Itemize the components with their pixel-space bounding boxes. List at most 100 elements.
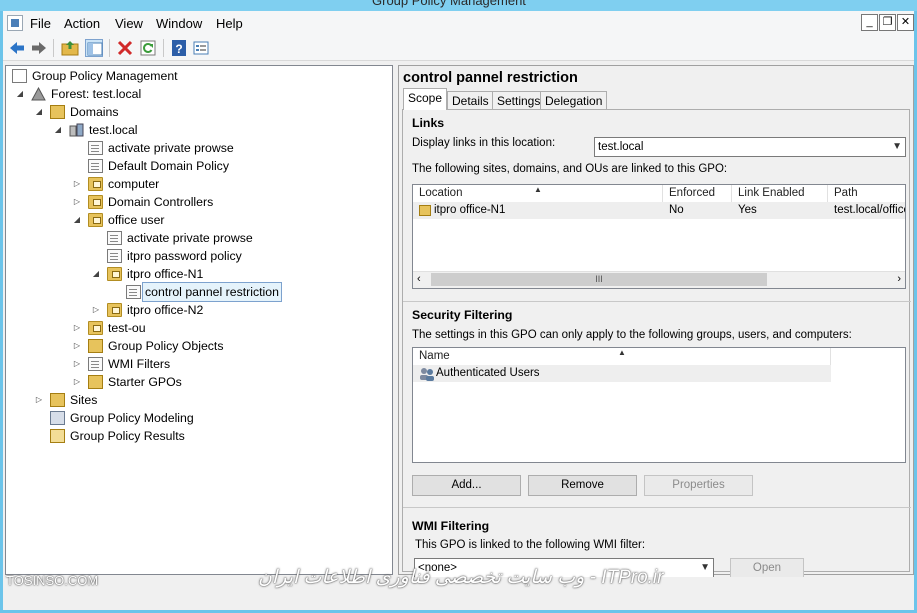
- mdi-minimize-button[interactable]: _: [861, 14, 878, 31]
- tree-node-label: Group Policy Results: [70, 429, 185, 443]
- column-header-enforced[interactable]: Enforced: [663, 185, 732, 202]
- expand-icon[interactable]: ▷: [72, 337, 82, 355]
- expand-icon[interactable]: ▷: [72, 175, 82, 193]
- link-enforced-cell: No: [669, 204, 684, 216]
- security-filtering-section: Security Filtering The settings in this …: [403, 303, 911, 508]
- expand-icon[interactable]: ▷: [72, 355, 82, 373]
- scroll-right-icon[interactable]: ›: [897, 273, 901, 285]
- tree-node-label: Forest: test.local: [51, 87, 142, 101]
- section-divider: [403, 507, 911, 508]
- watermark-right: ITPro.ir - وب سایت تخصصی فناوری اطلاعات …: [258, 567, 664, 588]
- toolbar-separator: [53, 39, 54, 57]
- results-icon: [50, 429, 65, 443]
- security-filtering-info: The settings in this GPO can only apply …: [412, 329, 852, 341]
- svg-text:?: ?: [175, 42, 182, 56]
- wmi-filtering-section: WMI Filtering This GPO is linked to the …: [403, 509, 911, 579]
- toolbar-separator: [109, 39, 110, 57]
- menu-window[interactable]: Window: [156, 16, 202, 31]
- ou-icon: [107, 303, 122, 317]
- links-table[interactable]: Location ▲ Enforced Link Enabled Path it…: [412, 184, 906, 289]
- wmi-filtering-heading: WMI Filtering: [412, 519, 490, 533]
- up-folder-icon[interactable]: [61, 39, 79, 57]
- add-button[interactable]: Add...: [412, 475, 521, 496]
- show-hide-tree-icon[interactable]: [85, 39, 103, 57]
- security-principal-cell: Authenticated Users: [436, 367, 540, 379]
- details-pane: control pannel restriction Scope Details…: [398, 65, 914, 579]
- expand-icon[interactable]: ▷: [34, 391, 44, 409]
- app-icon[interactable]: [7, 15, 23, 31]
- links-heading: Links: [412, 116, 445, 130]
- mdi-close-button[interactable]: ✕: [897, 14, 914, 31]
- tree-node-label: Sites: [70, 393, 98, 407]
- mdi-restore-button[interactable]: ❐: [879, 14, 896, 31]
- menu-file[interactable]: File: [30, 16, 51, 31]
- tree-node-label: Group Policy Management: [32, 69, 178, 83]
- expand-icon[interactable]: ◢: [34, 103, 44, 121]
- tab-delegation[interactable]: Delegation: [540, 91, 608, 110]
- title-bar: Group Policy Management: [0, 0, 917, 11]
- forward-icon[interactable]: [30, 39, 48, 57]
- expand-icon[interactable]: ▷: [91, 301, 101, 319]
- link-path-cell: test.local/office: [834, 204, 906, 216]
- tab-settings[interactable]: Settings: [492, 91, 546, 110]
- sort-asc-icon: ▲: [618, 348, 626, 357]
- sort-asc-icon: ▲: [534, 185, 542, 194]
- link-location-cell: itpro office-N1: [434, 204, 506, 216]
- gpo-link-icon: [88, 141, 103, 155]
- back-icon[interactable]: [8, 39, 26, 57]
- tree-node-label: computer: [108, 177, 160, 191]
- display-links-combo[interactable]: test.local ▼: [594, 137, 906, 157]
- chevron-down-icon[interactable]: ▼: [892, 138, 902, 156]
- properties-icon[interactable]: [192, 39, 210, 57]
- wmi-filters-icon: [88, 357, 103, 371]
- expand-icon[interactable]: ▷: [72, 319, 82, 337]
- help-icon[interactable]: ?: [170, 39, 188, 57]
- expand-icon[interactable]: ◢: [15, 85, 25, 103]
- open-wmi-button[interactable]: Open: [730, 558, 804, 579]
- refresh-icon[interactable]: [139, 39, 157, 57]
- ou-icon: [419, 202, 431, 219]
- gpo-link-icon: [107, 231, 122, 245]
- menu-help[interactable]: Help: [216, 16, 243, 31]
- menu-view[interactable]: View: [115, 16, 143, 31]
- domains-icon: [50, 105, 65, 119]
- properties-button[interactable]: Properties: [644, 475, 753, 496]
- wmi-filtering-info: This GPO is linked to the following WMI …: [415, 539, 646, 551]
- remove-button[interactable]: Remove: [528, 475, 637, 496]
- tree-node-label: activate private prowse: [127, 231, 253, 245]
- forest-icon: [31, 86, 46, 101]
- window-title: Group Policy Management: [372, 0, 526, 8]
- column-header-link-enabled[interactable]: Link Enabled: [732, 185, 828, 202]
- horizontal-scrollbar[interactable]: ‹ III ›: [413, 271, 905, 288]
- scroll-thumb[interactable]: III: [431, 273, 767, 286]
- expand-icon[interactable]: ▷: [72, 373, 82, 391]
- ou-icon: [88, 195, 103, 209]
- tree-node-label: WMI Filters: [108, 357, 171, 371]
- console-tree[interactable]: Group Policy Management ◢ Forest: test.l…: [5, 65, 393, 575]
- scroll-left-icon[interactable]: ‹: [417, 273, 421, 285]
- expand-icon[interactable]: ◢: [91, 265, 101, 283]
- chevron-down-icon[interactable]: ▼: [700, 559, 710, 577]
- menu-bar: File Action View Window Help _ ❐ ✕: [3, 11, 914, 35]
- expand-icon[interactable]: ◢: [53, 121, 63, 139]
- tree-node-label: Group Policy Modeling: [70, 411, 194, 425]
- toolbar: ?: [3, 35, 914, 61]
- tab-details[interactable]: Details: [447, 91, 494, 110]
- ou-icon: [88, 321, 103, 335]
- tree-node-label: Default Domain Policy: [108, 159, 229, 173]
- starter-gpos-icon: [88, 375, 103, 389]
- expand-icon[interactable]: ◢: [72, 211, 82, 229]
- scope-tab-panel: Links Display links in this location: te…: [402, 109, 911, 579]
- menu-action[interactable]: Action: [64, 16, 100, 31]
- tree-node-label: test-ou: [108, 321, 146, 335]
- delete-icon[interactable]: [116, 39, 134, 57]
- column-header-path[interactable]: Path: [828, 185, 905, 202]
- links-section: Links Display links in this location: te…: [403, 110, 911, 302]
- sites-icon: [50, 393, 65, 407]
- expand-icon[interactable]: ▷: [72, 193, 82, 211]
- links-info: The following sites, domains, and OUs ar…: [412, 163, 728, 175]
- security-filtering-list[interactable]: Name ▲ Authenticated Users: [412, 347, 906, 463]
- domain-icon: [69, 123, 84, 137]
- display-links-label: Display links in this location:: [412, 137, 556, 149]
- tab-scope[interactable]: Scope: [403, 88, 448, 110]
